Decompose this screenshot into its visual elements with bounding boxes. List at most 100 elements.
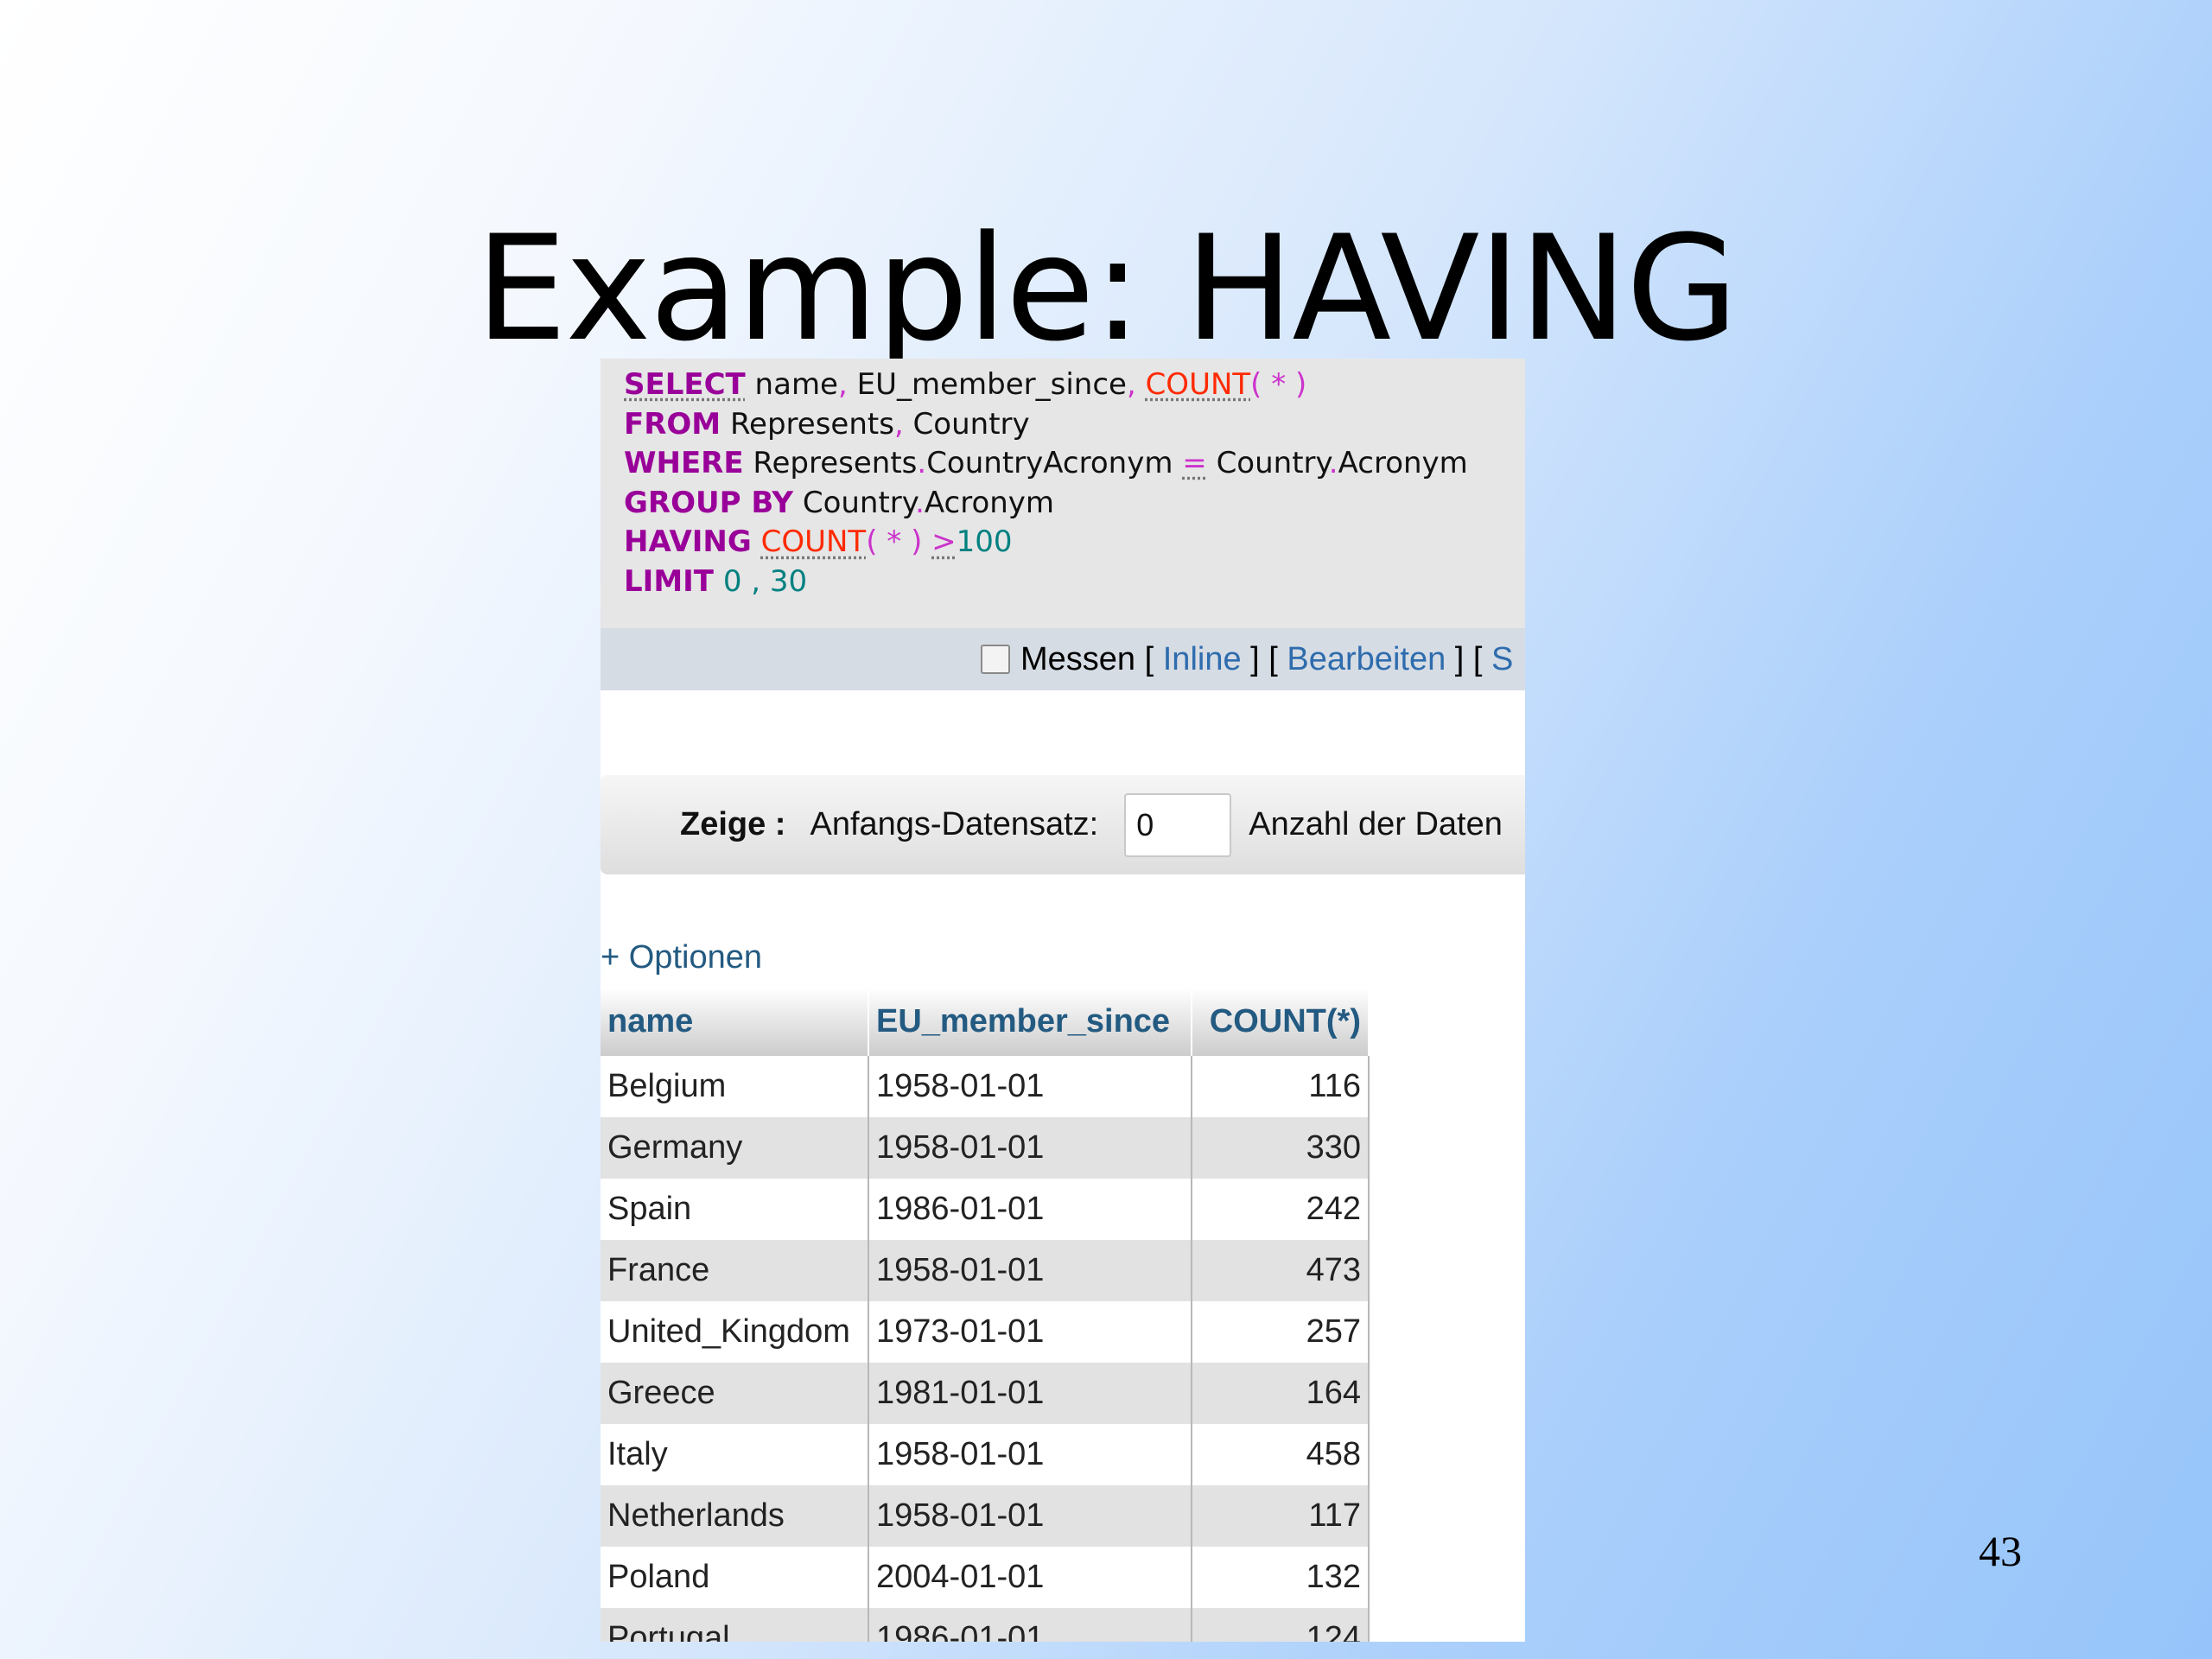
cell-date: 1973-01-01 <box>868 1301 1192 1363</box>
measure-label[interactable]: Messen <box>1020 641 1135 678</box>
cell-count: 458 <box>1192 1424 1370 1485</box>
bracket: [ <box>1268 640 1278 677</box>
table-row: Spain 1986-01-01 242 <box>601 1179 1370 1240</box>
bracket: ] <box>1454 640 1465 677</box>
table-row: United_Kingdom 1973-01-01 257 <box>601 1301 1370 1363</box>
table-header-row: name EU_member_since COUNT(*) <box>601 988 1370 1056</box>
sql-line-where: WHERE Represents.CountryAcronym = Countr… <box>624 444 1525 484</box>
navigation-bar: Zeige : Anfangs-Datensatz: 0 Anzahl der … <box>601 775 1525 874</box>
sql-token: . <box>917 446 927 481</box>
sql-line-group-by: GROUP BY Country.Acronym <box>624 484 1525 524</box>
page-number: 43 <box>1979 1527 2022 1575</box>
sql-token: . <box>1328 446 1338 481</box>
column-header-count[interactable]: COUNT(*) <box>1192 988 1370 1056</box>
sql-token: ( * ) <box>1250 367 1307 402</box>
cell-count: 164 <box>1192 1363 1370 1424</box>
sql-token: name <box>745 367 838 402</box>
column-header-name[interactable]: name <box>601 988 869 1056</box>
sql-token: , <box>893 406 904 442</box>
select-keyword-link[interactable]: SELECT <box>624 367 746 402</box>
sql-token: Acronym <box>1338 446 1468 481</box>
phpmyadmin-screenshot: SELECT name, EU_member_since, COUNT( * )… <box>601 359 1525 1642</box>
sql-line-from: FROM Represents, Country <box>624 405 1525 445</box>
cell-name: Portugal <box>601 1608 869 1642</box>
cell-name: Belgium <box>601 1056 869 1117</box>
equals-operator-link[interactable]: = <box>1182 446 1207 480</box>
cell-count: 117 <box>1192 1485 1370 1547</box>
cell-name: Italy <box>601 1424 869 1485</box>
cell-name: France <box>601 1240 869 1301</box>
show-label: Zeige : <box>680 806 786 842</box>
cell-date: 1981-01-01 <box>868 1363 1192 1424</box>
slide-title: Example: HAVING <box>475 204 1738 373</box>
cell-date: 1958-01-01 <box>868 1424 1192 1485</box>
sql-token: , <box>1126 367 1136 402</box>
cell-count: 116 <box>1192 1056 1370 1117</box>
count-function-link[interactable]: COUNT <box>761 524 867 559</box>
sql-token: , <box>837 367 848 402</box>
sql-keyword: GROUP BY <box>624 485 794 520</box>
cell-name: Germany <box>601 1117 869 1179</box>
query-toolbar: Messen [ Inline ] [ Bearbeiten ] [ S <box>601 628 1525 690</box>
sql-line-having: HAVING COUNT( * ) >100 <box>624 523 1525 563</box>
sql-keyword: WHERE <box>624 446 744 481</box>
start-record-input[interactable]: 0 <box>1124 792 1232 857</box>
sql-token: , <box>751 563 761 599</box>
count-function-link[interactable]: COUNT <box>1146 367 1251 402</box>
start-record-label: Anfangs-Datensatz: <box>810 806 1099 842</box>
table-row: Netherlands 1958-01-01 117 <box>601 1485 1370 1547</box>
column-header-eu-member-since[interactable]: EU_member_since <box>868 988 1192 1056</box>
sql-keyword: HAVING <box>624 524 752 560</box>
sql-token: . <box>915 485 925 520</box>
sql-keyword: FROM <box>624 406 721 442</box>
sql-token: ( * ) <box>866 524 923 560</box>
options-link[interactable]: + Optionen <box>601 939 762 976</box>
cell-date: 1958-01-01 <box>868 1240 1192 1301</box>
cell-date: 1958-01-01 <box>868 1117 1192 1179</box>
sql-line-select: SELECT name, EU_member_since, COUNT( * ) <box>624 365 1525 405</box>
cell-date: 1986-01-01 <box>868 1608 1192 1642</box>
table-row: Portugal 1986-01-01 124 <box>601 1608 1370 1642</box>
table-row: Poland 2004-01-01 132 <box>601 1547 1370 1608</box>
sql-number: 30 <box>769 563 808 599</box>
bracket: ] <box>1250 640 1260 677</box>
cell-date: 2004-01-01 <box>868 1547 1192 1608</box>
sql-token: CountryAcronym <box>926 446 1173 481</box>
sql-token: EU_member_since <box>847 367 1127 402</box>
sql-token: Country <box>1216 446 1329 481</box>
table-row: France 1958-01-01 473 <box>601 1240 1370 1301</box>
table-row: Italy 1958-01-01 458 <box>601 1424 1370 1485</box>
sql-token: Represents <box>721 406 894 442</box>
greater-than-operator-link[interactable]: > <box>931 524 957 559</box>
sql-number: 100 <box>956 524 1013 560</box>
truncated-link[interactable]: S <box>1491 641 1513 678</box>
bracket: [ <box>1472 640 1483 677</box>
table-row: Belgium 1958-01-01 116 <box>601 1056 1370 1117</box>
cell-date: 1958-01-01 <box>868 1485 1192 1547</box>
sql-token: Acronym <box>924 485 1055 520</box>
sql-token: Country <box>903 406 1030 442</box>
sql-line-limit: LIMIT 0 , 30 <box>624 563 1525 602</box>
table-row: Greece 1981-01-01 164 <box>601 1363 1370 1424</box>
bracket: [ <box>1144 640 1154 677</box>
result-table: name EU_member_since COUNT(*) Belgium 195… <box>601 988 1370 1642</box>
cell-name: Netherlands <box>601 1485 869 1547</box>
cell-count: 473 <box>1192 1240 1370 1301</box>
sql-number: 0 <box>722 563 742 599</box>
cell-name: United_Kingdom <box>601 1301 869 1363</box>
cell-count: 132 <box>1192 1547 1370 1608</box>
cell-name: Poland <box>601 1547 869 1608</box>
sql-token: Represents <box>743 446 918 481</box>
row-count-label: Anzahl der Daten <box>1249 806 1503 842</box>
sql-token: Country <box>793 485 916 520</box>
cell-count: 242 <box>1192 1179 1370 1240</box>
cell-date: 1986-01-01 <box>868 1179 1192 1240</box>
cell-date: 1958-01-01 <box>868 1056 1192 1117</box>
cell-count: 257 <box>1192 1301 1370 1363</box>
sql-keyword: LIMIT <box>624 563 714 599</box>
measure-checkbox[interactable] <box>981 645 1010 674</box>
edit-link[interactable]: Bearbeiten <box>1287 641 1446 678</box>
inline-link[interactable]: Inline <box>1163 641 1242 678</box>
cell-name: Greece <box>601 1363 869 1424</box>
cell-name: Spain <box>601 1179 869 1240</box>
